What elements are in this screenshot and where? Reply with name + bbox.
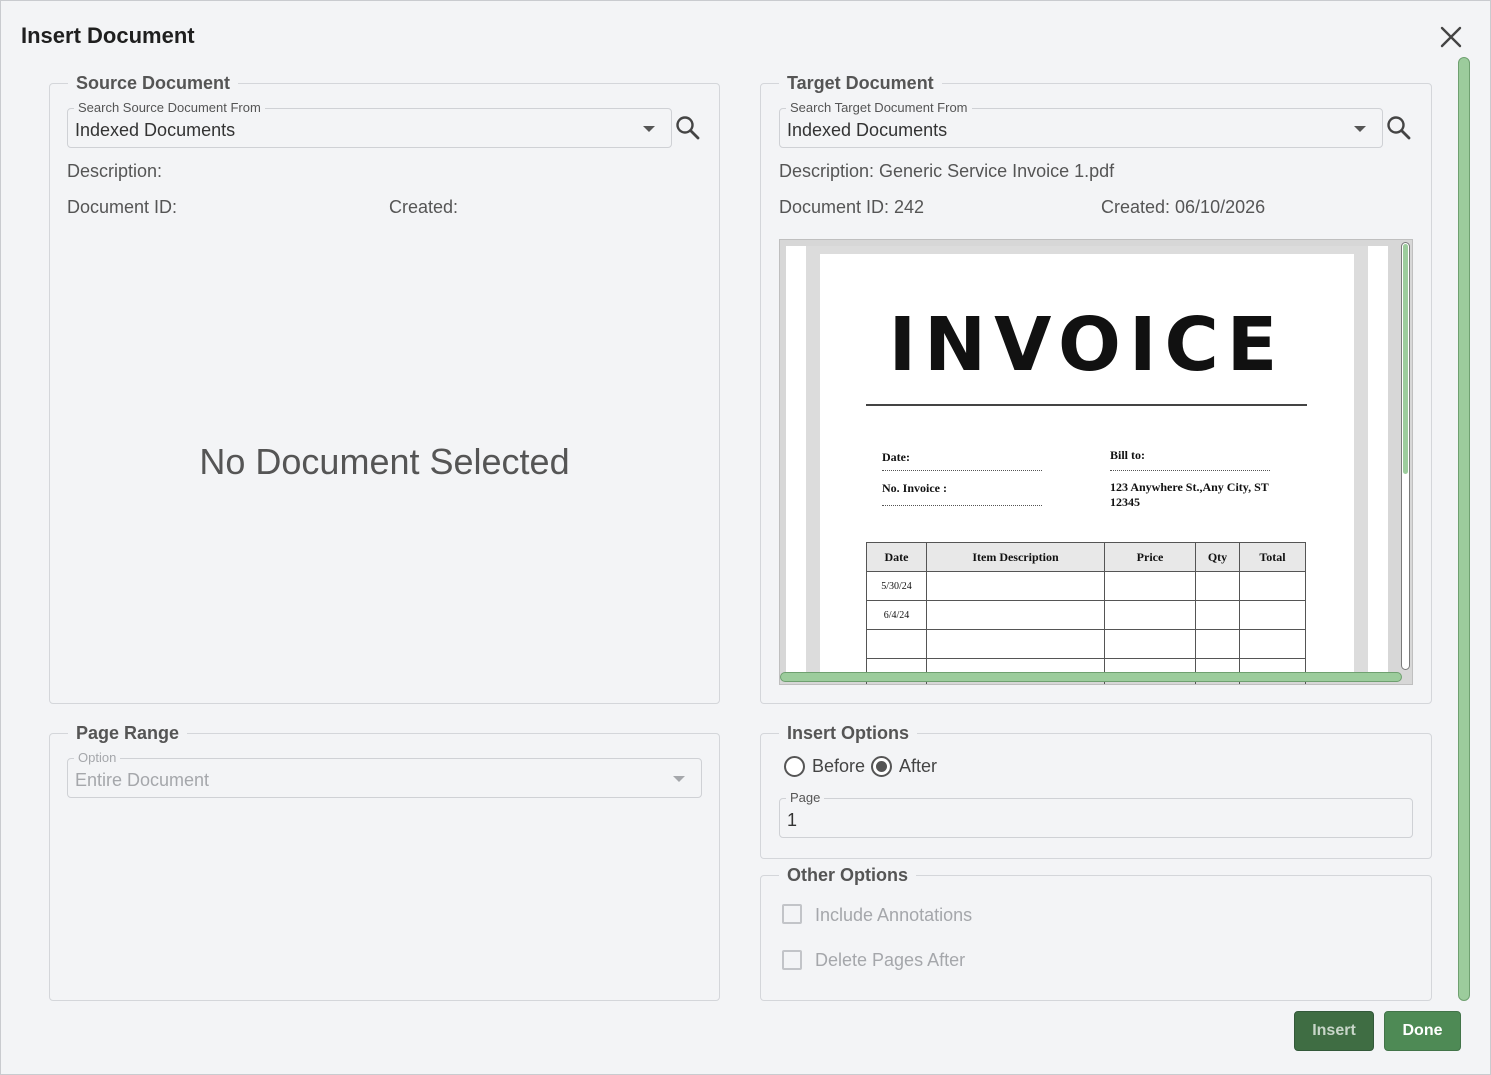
target-search-label: Search Target Document From: [786, 101, 972, 115]
invoice-date-label: Date:: [882, 450, 910, 464]
table-cell: [1104, 571, 1196, 601]
table-row: [866, 629, 1306, 659]
invoice-no-label: No. Invoice :: [882, 481, 947, 495]
invoice-title: INVOICE: [888, 302, 1286, 388]
insert-button[interactable]: Insert: [1294, 1011, 1374, 1051]
table-cell: 6/4/24: [866, 600, 927, 630]
table-cell: [926, 600, 1105, 630]
search-icon[interactable]: [674, 114, 702, 142]
table-cell: [926, 571, 1105, 601]
table-cell: [1104, 629, 1196, 659]
table-header: Qty: [1195, 542, 1240, 572]
page-number-value: 1: [787, 810, 798, 830]
other-options-group: Other Options: [760, 865, 1432, 1001]
invoice-divider: [866, 404, 1307, 406]
table-header: Price: [1104, 542, 1196, 572]
page-range-legend: Page Range: [76, 723, 180, 743]
preview-horizontal-scrollbar[interactable]: [780, 672, 1402, 682]
table-cell: [1195, 600, 1240, 630]
bill-to-line: [1110, 470, 1270, 471]
dialog-scrollbar[interactable]: [1458, 57, 1470, 1001]
table-cell: [926, 629, 1105, 659]
source-document-legend: Source Document: [76, 73, 231, 93]
source-search-value: Indexed Documents: [75, 120, 236, 140]
table-cell: 5/30/24: [866, 571, 927, 601]
target-created: Created: 06/10/2026: [1101, 197, 1266, 217]
source-created: Created:: [389, 197, 459, 217]
source-search-label: Search Source Document From: [74, 101, 265, 115]
page-number-input[interactable]: Page 1: [779, 791, 1413, 838]
after-radio[interactable]: [871, 756, 892, 777]
invoice-page: INVOICE Date: No. Invoice : Bill to: 123…: [820, 254, 1354, 684]
invoice-table: Date Item Description Price Qty Total 5/…: [866, 542, 1306, 684]
table-cell: [1239, 571, 1306, 601]
page-range-option-value: Entire Document: [75, 770, 210, 790]
table-cell: [866, 629, 927, 659]
bill-to-address-line1: 123 Anywhere St.,Any City, ST: [1110, 480, 1269, 494]
page-frame: INVOICE Date: No. Invoice : Bill to: 123…: [806, 246, 1368, 684]
insert-document-dialog: Insert Document Source Document Search S…: [0, 0, 1491, 1075]
table-header: Date: [866, 542, 927, 572]
source-description: Description:: [67, 161, 163, 181]
invoice-no-line: [882, 505, 1042, 506]
bill-to-address-line2: 12345: [1110, 495, 1140, 509]
delete-pages-after-checkbox[interactable]: [782, 950, 802, 970]
target-document-legend: Target Document: [787, 73, 934, 93]
close-icon[interactable]: [1437, 23, 1465, 51]
chevron-down-icon: [673, 776, 685, 782]
source-document-id: Document ID:: [67, 197, 178, 217]
include-annotations-label: Include Annotations: [815, 905, 973, 925]
dialog-title: Insert Document: [21, 23, 195, 48]
insert-options-legend: Insert Options: [787, 723, 910, 743]
preview-viewport: INVOICE Date: No. Invoice : Bill to: 123…: [786, 246, 1388, 684]
table-row: 5/30/24: [866, 571, 1306, 601]
page-number-label: Page: [786, 791, 825, 805]
table-cell: [1195, 571, 1240, 601]
target-search-value: Indexed Documents: [787, 120, 948, 140]
bill-to-label: Bill to:: [1110, 448, 1145, 462]
target-description: Description: Generic Service Invoice 1.p…: [779, 161, 1115, 181]
table-header: Total: [1239, 542, 1306, 572]
table-cell: [1195, 629, 1240, 659]
done-button[interactable]: Done: [1384, 1011, 1461, 1051]
before-radio[interactable]: [784, 756, 805, 777]
no-document-message: No Document Selected: [199, 441, 570, 482]
preview-vertical-scrollbar[interactable]: [1401, 242, 1410, 670]
delete-pages-after-label: Delete Pages After: [815, 950, 966, 970]
source-search-select[interactable]: Search Source Document From Indexed Docu…: [67, 101, 672, 148]
page-range-option-label: Option: [74, 751, 121, 765]
search-icon[interactable]: [1385, 114, 1413, 142]
table-cell: [1239, 629, 1306, 659]
chevron-down-icon: [1354, 126, 1366, 132]
target-document-id: Document ID: 242: [779, 197, 925, 217]
insert-options-group: Insert Options: [760, 723, 1432, 859]
table-cell: [1239, 600, 1306, 630]
page-range-option-select: Option Entire Document: [67, 751, 702, 798]
invoice-date-line: [882, 470, 1042, 471]
before-radio-label: Before: [812, 756, 866, 776]
other-options-legend: Other Options: [787, 865, 908, 885]
table-header: Item Description: [926, 542, 1105, 572]
document-preview[interactable]: INVOICE Date: No. Invoice : Bill to: 123…: [779, 239, 1413, 685]
preview-scroll-thumb[interactable]: [1403, 244, 1408, 474]
after-radio-label: After: [899, 756, 938, 776]
include-annotations-checkbox[interactable]: [782, 904, 802, 924]
target-search-select[interactable]: Search Target Document From Indexed Docu…: [779, 101, 1383, 148]
chevron-down-icon: [643, 126, 655, 132]
table-row: 6/4/24: [866, 600, 1306, 630]
table-cell: [1104, 600, 1196, 630]
